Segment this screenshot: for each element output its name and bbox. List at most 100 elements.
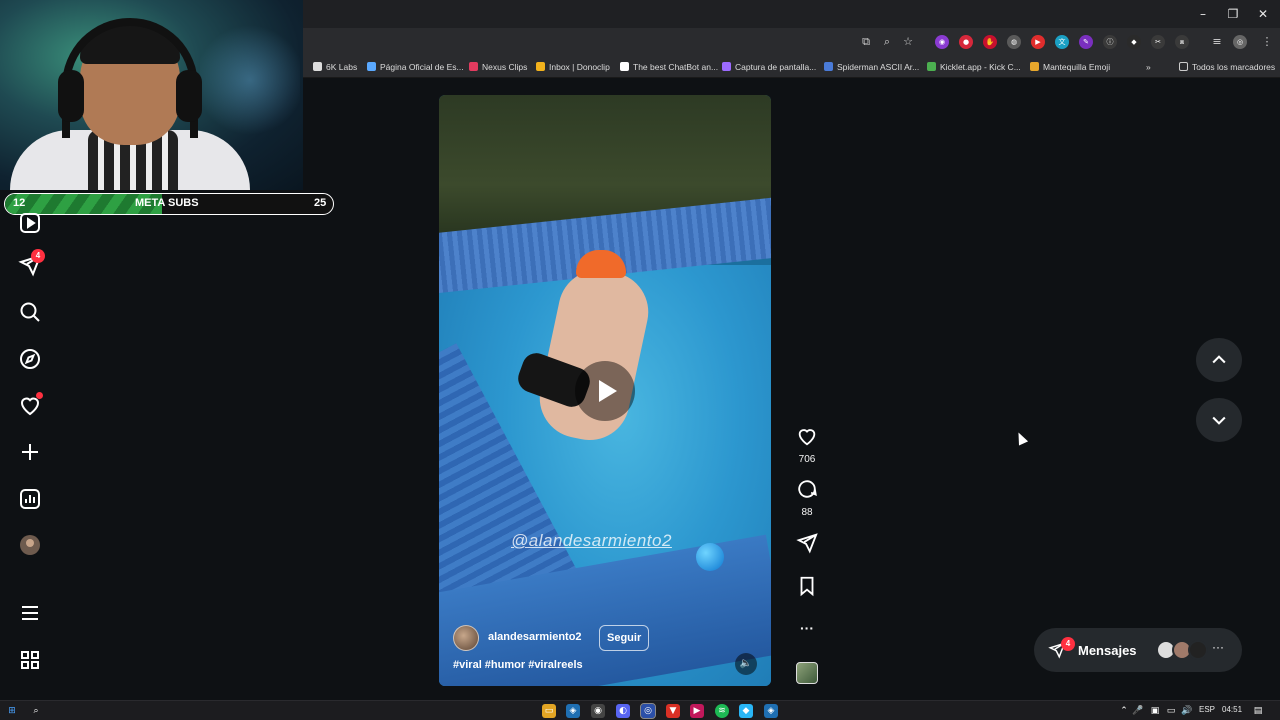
screen: – ❐ ✕ ⧉ ⌕ ☆ ◉ ● ✋ ◍ ▶ 文 ✎ ⓘ ◆ ✂ ⧈ ≡ ◎ ⋮ … [0, 0, 1280, 720]
translate-icon[interactable]: 文 [1055, 35, 1069, 49]
bookmark-item[interactable]: Nexus Clips [469, 60, 527, 74]
obs-icon[interactable]: ◉ [591, 704, 605, 718]
clock[interactable]: 04:51 [1222, 705, 1242, 714]
bookmark-item[interactable]: 6K Labs [313, 60, 357, 74]
spotify-icon[interactable]: ≋ [715, 704, 729, 718]
bookmark-item[interactable]: Inbox | Donoclip [536, 60, 610, 74]
media-app-icon[interactable]: ▶ [690, 704, 704, 718]
bookmark-item[interactable]: Kicklet.app - Kick C... [927, 60, 1021, 74]
save-action[interactable] [792, 575, 822, 602]
bookmark-favicon-icon [536, 62, 545, 71]
bookmark-favicon-icon [927, 62, 936, 71]
app-icon[interactable]: ◆ [739, 704, 753, 718]
cast-icon[interactable]: ⧉ [858, 34, 874, 50]
share-action[interactable] [792, 532, 822, 559]
tray-chevron-icon[interactable]: ⌃ [1117, 704, 1131, 718]
taskbar-search-icon[interactable]: ⌕ [29, 704, 43, 718]
like-action[interactable]: 706 [792, 425, 822, 465]
more-apps-icon[interactable] [18, 648, 42, 672]
mouse-cursor [1013, 430, 1029, 446]
like-count: 706 [798, 454, 816, 465]
extension-2-icon[interactable]: ● [959, 35, 973, 49]
bookmark-item[interactable]: Página Oficial de Es... [367, 60, 464, 74]
reel-hashtags[interactable]: #viral #humor #viralreels [453, 659, 583, 671]
reel-video[interactable]: @alandesarmiento2 alandesarmiento2 Segui… [439, 95, 771, 686]
diamond-extension-icon[interactable]: ◆ [1127, 35, 1141, 49]
bookmarks-overflow-button[interactable]: » [1146, 60, 1151, 74]
steam-alt-icon[interactable]: ◈ [764, 704, 778, 718]
extension-5-icon[interactable]: ▶ [1031, 35, 1045, 49]
microphone-icon[interactable]: 🎤 [1131, 704, 1145, 718]
profile-icon[interactable]: ◎ [1233, 35, 1247, 49]
heart-icon [798, 429, 816, 446]
tools-extension-icon[interactable]: ✂ [1151, 35, 1165, 49]
play-button[interactable] [575, 361, 635, 421]
bookmark-item[interactable]: The best ChatBot an... [620, 60, 718, 74]
pen-extension-icon[interactable]: ✎ [1079, 35, 1093, 49]
media-control-icon[interactable]: ≡ [1209, 34, 1225, 50]
messages-button[interactable]: 4 Mensajes ··· [1034, 628, 1242, 672]
author-username[interactable]: alandesarmiento2 [488, 631, 582, 643]
previous-reel-button[interactable] [1196, 338, 1242, 382]
browser-menu-icon[interactable]: ⋮ [1259, 34, 1275, 50]
follow-button[interactable]: Seguir [599, 625, 650, 651]
volume-icon[interactable]: 🔊 [1180, 704, 1194, 718]
messages-label: Mensajes [1078, 643, 1137, 658]
headset-cup-right [176, 70, 202, 122]
network-icon[interactable]: ▭ [1164, 704, 1178, 718]
chrome-icon[interactable]: ◎ [640, 703, 656, 719]
notifications-heart-icon[interactable] [18, 392, 43, 417]
background-glow [200, 20, 300, 140]
bookmark-favicon-icon [1030, 62, 1039, 71]
language-indicator[interactable]: ESP [1199, 705, 1215, 714]
browser-toolbar: ⧉ ⌕ ☆ ◉ ● ✋ ◍ ▶ 文 ✎ ⓘ ◆ ✂ ⧈ ≡ ◎ ⋮ [303, 28, 1280, 56]
zoom-icon[interactable]: ⌕ [879, 34, 895, 50]
mute-toggle-icon[interactable]: 🔈 [735, 653, 757, 675]
create-plus-icon[interactable] [18, 440, 42, 464]
restore-button[interactable]: ❐ [1223, 6, 1243, 22]
author-avatar[interactable] [453, 625, 479, 651]
close-window-button[interactable]: ✕ [1253, 6, 1273, 22]
bookmark-favicon-icon [824, 62, 833, 71]
next-reel-button[interactable] [1196, 398, 1242, 442]
steam-icon[interactable]: ◈ [566, 704, 580, 718]
bookmark-favicon-icon [722, 62, 731, 71]
dashboard-icon[interactable] [18, 487, 42, 511]
contact-avatar [1188, 640, 1208, 660]
explore-compass-icon[interactable] [18, 347, 42, 371]
discord-icon[interactable]: ◐ [616, 704, 630, 718]
all-bookmarks-button[interactable]: Todos los marcadores [1179, 60, 1275, 74]
info-extension-icon[interactable]: ⓘ [1103, 35, 1117, 49]
windows-taskbar: ⊞ ⌕ ▭ ◈ ◉ ◐ ◎ ▼ ▶ ≋ ◆ ◈ ⌃ 🎤 ▣ ▭ 🔊 ESP 04… [0, 700, 1280, 720]
minimize-button[interactable]: – [1193, 6, 1213, 22]
bookmark-star-icon[interactable]: ☆ [900, 34, 916, 50]
messages-count-badge: 4 [1061, 637, 1075, 651]
bookmarks-bar: 6K Labs Página Oficial de Es... Nexus Cl… [303, 56, 1280, 78]
video-ball [696, 543, 724, 571]
direct-messages-icon[interactable]: 4 [18, 249, 45, 277]
comment-action[interactable]: 88 [792, 478, 822, 518]
reels-icon[interactable] [18, 211, 42, 235]
brave-icon[interactable]: ▼ [666, 704, 680, 718]
profile-avatar[interactable] [18, 533, 42, 557]
bookmark-favicon-icon [620, 62, 629, 71]
extension-1-icon[interactable]: ◉ [935, 35, 949, 49]
notification-center-icon[interactable]: ▤ [1251, 704, 1265, 718]
file-explorer-icon[interactable]: ▭ [542, 704, 556, 718]
extensions-puzzle-icon[interactable]: ⧈ [1175, 35, 1189, 49]
tray-app-icon[interactable]: ▣ [1148, 704, 1162, 718]
adblock-icon[interactable]: ✋ [983, 35, 997, 49]
windows-start-icon[interactable]: ⊞ [5, 704, 19, 718]
bookmark-item[interactable]: Captura de pantalla... [722, 60, 816, 74]
extension-4-icon[interactable]: ◍ [1007, 35, 1021, 49]
comment-icon [798, 480, 817, 498]
reel-author: alandesarmiento2 Seguir [453, 623, 713, 653]
audio-thumbnail[interactable] [796, 662, 818, 684]
webcam-overlay [0, 0, 303, 190]
bookmark-item[interactable]: Mantequilla Emoji [1030, 60, 1110, 74]
menu-hamburger-icon[interactable] [18, 601, 42, 625]
more-options-button[interactable]: ··· [792, 620, 822, 636]
sub-goal-bar: 12 META SUBS 25 [4, 193, 334, 215]
search-icon[interactable] [18, 300, 42, 324]
bookmark-item[interactable]: Spiderman ASCII Ar... [824, 60, 919, 74]
